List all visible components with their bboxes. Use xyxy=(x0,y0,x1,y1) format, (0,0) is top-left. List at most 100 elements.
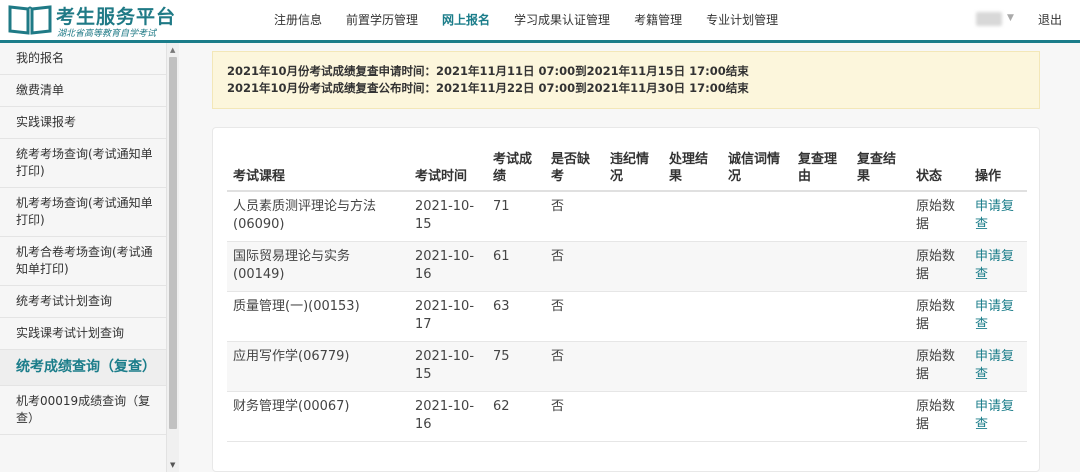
logo-subtitle: 湖北省高等教育自学考试 xyxy=(57,29,157,39)
cell-integrity xyxy=(722,392,792,441)
apply-review-button[interactable]: 申请复查 xyxy=(975,349,1014,382)
cell-time: 2021-10-15 xyxy=(415,349,475,382)
cell-result xyxy=(663,392,722,441)
cell-review-reason xyxy=(792,192,851,241)
cell-result xyxy=(663,242,722,291)
apply-review-button[interactable]: 申请复查 xyxy=(975,399,1014,432)
table-header: 考试课程 考试时间 考试成绩 是否缺考 违纪情况 处理结果 诚信词情况 复查理由… xyxy=(227,144,1027,192)
main-nav: 注册信息 前置学历管理 网上报名 学习成果认证管理 考籍管理 专业计划管理 xyxy=(262,0,790,40)
table-row: 人员素质测评理论与方法(06090) 2021-10-15 71 否 原始数据 申请复查 xyxy=(227,192,1027,242)
nav-item[interactable]: 前置学历管理 xyxy=(334,0,430,40)
cell-review-result xyxy=(851,392,910,441)
header-status: 状态 xyxy=(916,169,943,184)
apply-review-link[interactable]: 申请复查 xyxy=(969,392,1027,441)
cell-review-reason xyxy=(792,392,851,441)
site-logo[interactable]: 考生服务平台 湖北省高等教育自学考试 xyxy=(8,2,178,39)
apply-review-link[interactable]: 申请复查 xyxy=(969,242,1027,291)
top-header: 考生服务平台 湖北省高等教育自学考试 注册信息 前置学历管理 网上报名 学习成果认证管… xyxy=(0,0,1080,40)
cell-violation xyxy=(604,192,663,241)
cell-status: 原始数据 xyxy=(916,299,956,332)
sidebar-item[interactable]: 我的报名 xyxy=(0,43,166,75)
cell-status: 原始数据 xyxy=(916,199,956,232)
header-absent: 是否缺考 xyxy=(551,152,591,184)
table-body: 人员素质测评理论与方法(06090) 2021-10-15 71 否原始数据 申请复查国… xyxy=(227,192,1027,442)
sidebar-item[interactable]: 缴费清单 xyxy=(0,75,166,107)
header-result: 处理结果 xyxy=(669,152,709,184)
nav-item[interactable]: 注册信息 xyxy=(262,0,334,40)
scroll-up-icon[interactable]: ▲ xyxy=(170,46,175,54)
cell-result xyxy=(663,342,722,391)
scroll-down-icon[interactable]: ▼ xyxy=(170,461,175,469)
header-time: 考试时间 xyxy=(415,169,468,184)
table-row: 财务管理学(00067) 2021-10-16 62 否 原始数据 申请复查 xyxy=(227,392,1027,442)
chevron-down-icon[interactable]: ▼ xyxy=(1007,13,1014,23)
cell-time: 2021-10-17 xyxy=(415,299,475,332)
scroll-thumb[interactable] xyxy=(169,57,177,429)
cell-score: 63 xyxy=(493,299,510,314)
header-score: 考试成绩 xyxy=(493,152,533,184)
cell-absent: 否 xyxy=(551,299,565,314)
cell-absent: 否 xyxy=(551,249,565,264)
nav-item[interactable]: 考籍管理 xyxy=(622,0,694,40)
sidebar-item[interactable]: 统考考试计划查询 xyxy=(0,286,166,318)
table-row: 应用写作学(06779) 2021-10-15 75 否 原始数据 申请复查 xyxy=(227,342,1027,392)
apply-review-button[interactable]: 申请复查 xyxy=(975,199,1014,232)
apply-review-button[interactable]: 申请复查 xyxy=(975,249,1014,282)
apply-review-link[interactable]: 申请复查 xyxy=(969,342,1027,391)
sidebar-item[interactable]: 实践课报考 xyxy=(0,107,166,139)
cell-absent: 否 xyxy=(551,399,565,414)
sidebar-item[interactable]: 机考考场查询(考试通知单打印) xyxy=(0,188,166,237)
cell-absent: 否 xyxy=(551,349,565,364)
cell-absent: 否 xyxy=(551,199,565,214)
header-review-result: 复查结果 xyxy=(857,152,897,184)
table-row: 质量管理(一)(00153) 2021-10-17 63 否 原始数据 申请复查 xyxy=(227,292,1027,342)
cell-result xyxy=(663,292,722,341)
cell-score: 62 xyxy=(493,399,510,414)
apply-review-button[interactable]: 申请复查 xyxy=(975,299,1014,332)
cell-course: 应用写作学(06779) xyxy=(233,349,350,364)
score-panel: 考试课程 考试时间 考试成绩 是否缺考 违纪情况 处理结果 诚信词情况 复查理由… xyxy=(212,127,1040,472)
main-content: 2021年10月份考试成绩复查申请时间：2021年11月11日 07:00到20… xyxy=(179,43,1080,472)
notice-box: 2021年10月份考试成绩复查申请时间：2021年11月11日 07:00到20… xyxy=(212,51,1040,109)
cell-review-reason xyxy=(792,342,851,391)
notice-publish-time: 2021年10月份考试成绩复查公布时间：2021年11月22日 07:00到20… xyxy=(227,81,749,95)
cell-status: 原始数据 xyxy=(916,349,956,382)
sidebar: 我的报名 缴费清单 实践课报考 统考考场查询(考试通知单打印) 机考考场查询(考试通知单… xyxy=(0,43,166,472)
cell-review-reason xyxy=(792,242,851,291)
cell-score: 75 xyxy=(493,349,510,364)
cell-time: 2021-10-16 xyxy=(415,399,475,432)
cell-integrity xyxy=(722,292,792,341)
nav-item[interactable]: 网上报名 xyxy=(430,0,502,40)
cell-course: 国际贸易理论与实务(00149) xyxy=(233,249,351,282)
book-logo-icon xyxy=(8,5,52,35)
sidebar-item[interactable]: 机考00019成绩查询（复查） xyxy=(0,386,166,435)
sidebar-item[interactable]: 实践课考试计划查询 xyxy=(0,318,166,350)
cell-course: 人员素质测评理论与方法(06090) xyxy=(233,199,377,232)
cell-time: 2021-10-15 xyxy=(415,199,475,232)
sidebar-scrollbar[interactable]: ▲ ▼ xyxy=(166,43,179,472)
cell-status: 原始数据 xyxy=(916,399,956,432)
cell-time: 2021-10-16 xyxy=(415,249,475,282)
sidebar-item[interactable]: 机考合卷考场查询(考试通知单打印) xyxy=(0,237,166,286)
cell-score: 71 xyxy=(493,199,510,214)
table-row: 国际贸易理论与实务(00149) 2021-10-16 61 否 原始数据 申请复查 xyxy=(227,242,1027,292)
apply-review-link[interactable]: 申请复查 xyxy=(969,192,1027,241)
nav-item[interactable]: 学习成果认证管理 xyxy=(502,0,622,40)
header-violation: 违纪情况 xyxy=(610,152,650,184)
cell-review-reason xyxy=(792,292,851,341)
cell-review-result xyxy=(851,292,910,341)
cell-violation xyxy=(604,292,663,341)
sidebar-item[interactable]: 统考成绩查询（复查） xyxy=(0,350,166,386)
apply-review-link[interactable]: 申请复查 xyxy=(969,292,1027,341)
cell-review-result xyxy=(851,192,910,241)
user-name-blurred[interactable] xyxy=(976,12,1002,26)
cell-integrity xyxy=(722,242,792,291)
logout-link[interactable]: 退出 xyxy=(1038,0,1062,40)
nav-item[interactable]: 专业计划管理 xyxy=(694,0,790,40)
header-course: 考试课程 xyxy=(233,169,286,184)
score-table: 考试课程 考试时间 考试成绩 是否缺考 违纪情况 处理结果 诚信词情况 复查理由… xyxy=(227,144,1027,442)
cell-integrity xyxy=(722,192,792,241)
cell-course: 财务管理学(00067) xyxy=(233,399,350,414)
cell-course: 质量管理(一)(00153) xyxy=(233,299,360,314)
sidebar-item[interactable]: 统考考场查询(考试通知单打印) xyxy=(0,139,166,188)
